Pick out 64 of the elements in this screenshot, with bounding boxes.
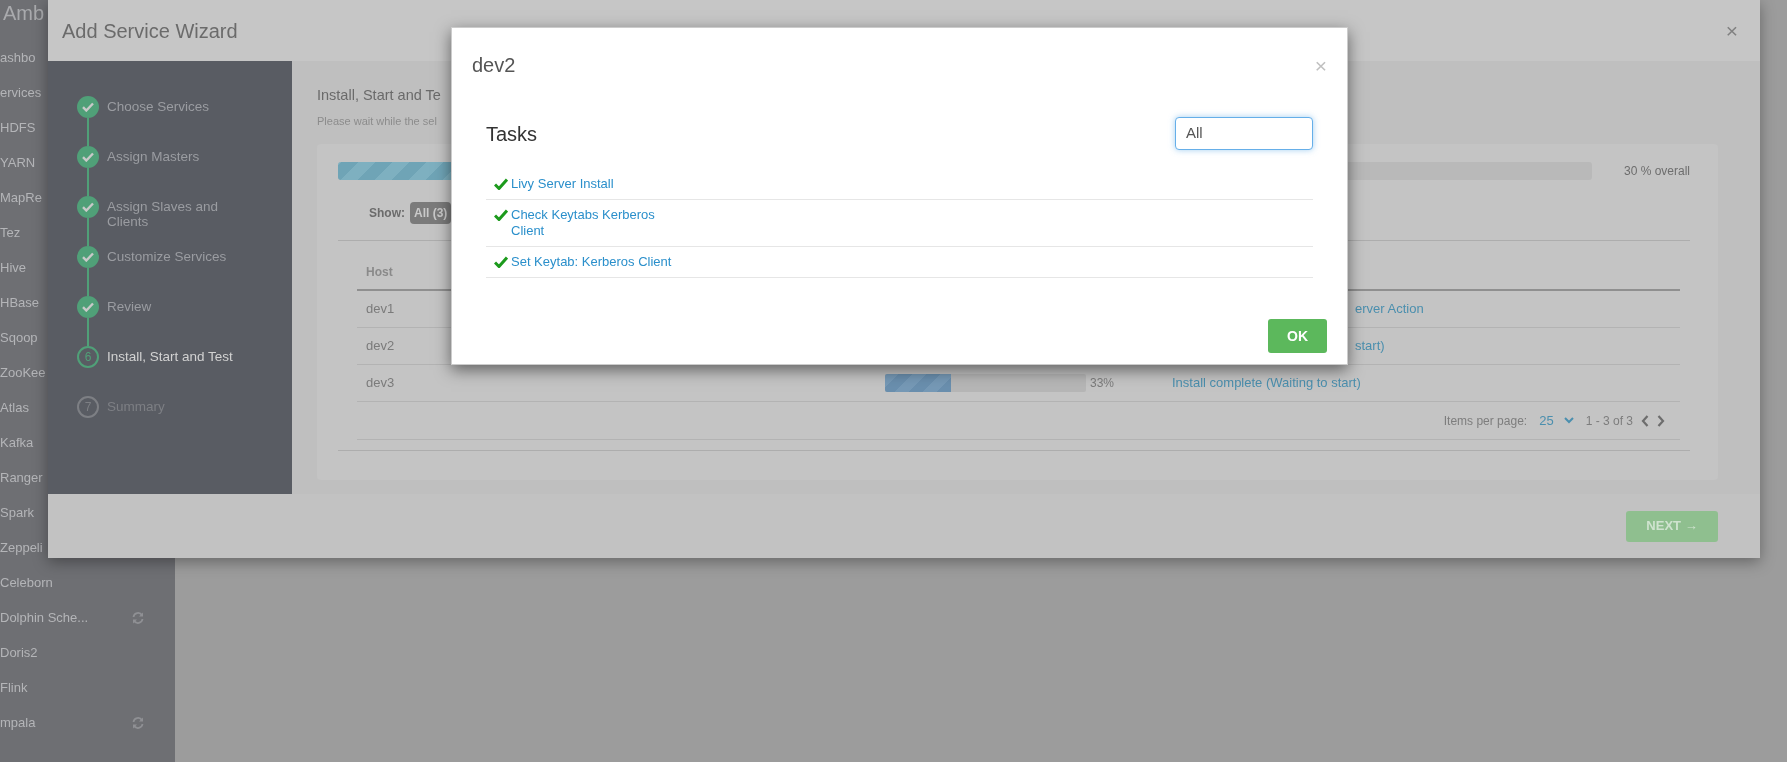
sidebar-item[interactable]: HDFS: [0, 110, 36, 145]
sidebar-item[interactable]: Zeppeli: [0, 530, 43, 565]
wizard-title: Add Service Wizard: [62, 18, 238, 44]
per-page-value: 25: [1539, 411, 1554, 430]
sidebar-item[interactable]: ZooKee: [0, 355, 46, 390]
percent-cell-text: 33%: [1089, 375, 1115, 392]
check-icon: [82, 252, 94, 262]
status-link[interactable]: Install complete (Waiting to start): [1172, 373, 1361, 393]
dialog-title: dev2: [472, 53, 516, 78]
sidebar-item[interactable]: Doris2: [0, 635, 38, 670]
task-link[interactable]: Check Keytabs Kerberos Client: [511, 207, 681, 239]
task-filter-dropdown[interactable]: All: [1175, 117, 1313, 150]
step-label: Assign Slaves and Clients: [107, 198, 220, 229]
per-page-label: Items per page:: [1443, 412, 1528, 430]
next-page-button[interactable]: [1657, 414, 1665, 427]
close-button[interactable]: ×: [1725, 20, 1738, 41]
check-icon: [82, 302, 94, 312]
step-label: Choose Services: [107, 98, 210, 114]
sidebar-item[interactable]: Flink: [0, 670, 28, 705]
status-link[interactable]: erver Action: [1355, 299, 1424, 319]
filter-option[interactable]: All (3): [410, 202, 452, 224]
sidebar-item[interactable]: Dolphin Sche...: [0, 600, 145, 635]
check-icon: [82, 152, 94, 162]
step-label: Review: [107, 298, 152, 314]
sidebar-item[interactable]: Ranger: [0, 460, 43, 495]
sidebar-item[interactable]: Spark: [0, 495, 34, 530]
page-title: Install, Start and Te: [317, 86, 441, 105]
sidebar-item[interactable]: Atlas: [0, 390, 29, 425]
step-label: Customize Services: [107, 248, 227, 264]
close-button[interactable]: ×: [1314, 54, 1327, 76]
ok-button[interactable]: OK: [1268, 319, 1327, 353]
step-label: Install, Start and Test: [107, 348, 233, 364]
sidebar-item[interactable]: Hive: [0, 250, 26, 285]
chevron-down-icon: [1563, 417, 1574, 424]
chevron-right-icon: [1657, 414, 1665, 427]
sidebar-item[interactable]: YARN: [0, 145, 36, 180]
host-cell-text: dev2: [365, 337, 395, 356]
sidebar-item[interactable]: ervices: [0, 75, 42, 110]
column-header: Host: [366, 264, 393, 281]
filter-label: Show:: [369, 205, 405, 222]
app-title: Amb: [2, 1, 45, 26]
sidebar-item[interactable]: Sqoop: [0, 320, 38, 355]
sidebar-item[interactable]: Kafka: [0, 425, 34, 460]
sidebar-item[interactable]: Celeborn: [0, 565, 53, 600]
step-circle: 6: [77, 346, 99, 368]
host-cell-text: dev3: [365, 374, 395, 393]
sidebar-item[interactable]: mpala: [0, 705, 145, 740]
progress-reading: 30 % overall: [1623, 163, 1690, 180]
sidebar-item[interactable]: ashbo: [0, 40, 36, 75]
page-range: 1 - 3 of 3: [1585, 412, 1633, 430]
chevron-left-icon: [1641, 414, 1649, 427]
task-link[interactable]: Set Keytab: Kerberos Client: [511, 254, 672, 270]
host-cell-text: dev1: [365, 300, 395, 319]
check-icon: [82, 202, 94, 212]
sidebar-item[interactable]: Tez: [0, 215, 21, 250]
per-page-dropdown[interactable]: 25: [1535, 410, 1578, 431]
check-icon: [82, 102, 94, 112]
step-label: Assign Masters: [107, 148, 200, 164]
sidebar-item[interactable]: HBase: [0, 285, 40, 320]
tasks-heading: Tasks: [486, 121, 538, 147]
previous-page-button[interactable]: [1641, 414, 1649, 427]
task-link[interactable]: Livy Server Install: [511, 176, 614, 192]
sidebar-item[interactable]: MapRe: [0, 180, 42, 215]
status-link[interactable]: start): [1355, 336, 1385, 356]
